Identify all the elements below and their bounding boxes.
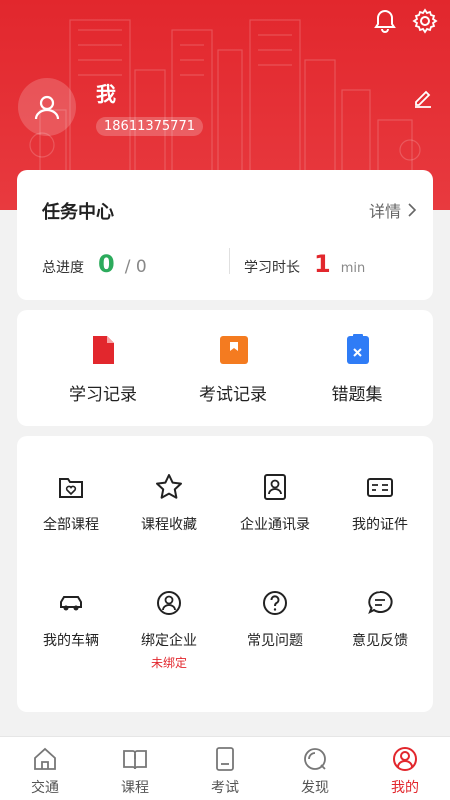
course-favorites-label: 课程收藏 — [141, 517, 197, 533]
progress-row: 总进度 0 / 0 — [42, 250, 147, 278]
username: 我 — [96, 82, 116, 106]
my-certificates-button[interactable]: 我的证件 — [328, 472, 432, 534]
gear-icon[interactable] — [412, 8, 438, 34]
study-time-value: 1 — [314, 250, 331, 278]
all-courses-button[interactable]: 全部课程 — [19, 472, 123, 534]
my-vehicles-label: 我的车辆 — [43, 633, 99, 649]
services-grid-card: 全部课程 课程收藏 企业通讯录 我的证件 我的车辆 绑定企业 未绑定 常见问题 … — [17, 436, 433, 712]
tab-courses-label: 课程 — [121, 780, 149, 796]
course-favorites-button[interactable]: 课程收藏 — [117, 472, 221, 534]
my-vehicles-button[interactable]: 我的车辆 — [19, 588, 123, 650]
bind-company-button[interactable]: 绑定企业 未绑定 — [117, 588, 221, 671]
tab-traffic-label: 交通 — [31, 780, 59, 796]
star-icon — [154, 472, 184, 502]
exam-record-button[interactable]: 考试记录 — [163, 334, 303, 405]
tab-exam[interactable]: 考试 — [180, 737, 270, 800]
tab-exam-label: 考试 — [211, 780, 239, 796]
study-time-label: 学习时长 — [244, 260, 300, 276]
records-card: 学习记录 考试记录 错题集 — [17, 310, 433, 426]
all-courses-label: 全部课程 — [43, 517, 99, 533]
task-center-title: 任务中心 — [42, 202, 114, 223]
bell-icon[interactable] — [372, 8, 398, 34]
car-icon — [56, 588, 86, 618]
phone-number: 18611375771 — [96, 117, 203, 136]
study-record-button[interactable]: 学习记录 — [33, 334, 173, 405]
bind-status: 未绑定 — [150, 656, 187, 670]
tab-mine-label: 我的 — [391, 780, 419, 796]
wrong-answers-button[interactable]: 错题集 — [287, 334, 427, 405]
profile-icon — [391, 745, 419, 773]
feedback-label: 意见反馈 — [352, 633, 408, 649]
user-circle-icon — [154, 588, 184, 618]
bottom-tab-bar: 交通 课程 考试 发现 我的 — [0, 736, 450, 800]
home-icon — [31, 745, 59, 773]
company-contacts-label: 企业通讯录 — [240, 517, 310, 533]
avatar[interactable] — [18, 78, 76, 136]
task-detail-label: 详情 — [368, 202, 401, 221]
wrong-answers-label: 错题集 — [331, 385, 383, 405]
feedback-icon — [365, 588, 395, 618]
progress-total: / 0 — [124, 257, 147, 277]
tab-discover[interactable]: 发现 — [270, 737, 360, 800]
task-detail-link[interactable]: 详情 — [369, 198, 417, 222]
contact-card-icon — [260, 472, 290, 502]
progress-done: 0 — [98, 250, 115, 278]
exam-record-label: 考试记录 — [199, 385, 267, 405]
exam-book-icon — [218, 334, 248, 366]
book-icon — [121, 745, 149, 773]
wrong-answers-icon — [342, 334, 372, 366]
edit-icon[interactable] — [412, 86, 434, 108]
id-card-icon — [365, 472, 395, 502]
bind-company-label: 绑定企业 — [141, 633, 197, 649]
company-contacts-button[interactable]: 企业通讯录 — [223, 472, 327, 534]
study-record-label: 学习记录 — [69, 385, 137, 405]
faq-button[interactable]: 常见问题 — [223, 588, 327, 650]
study-time-unit: min — [340, 261, 366, 276]
question-icon — [260, 588, 290, 618]
study-time-row: 学习时长 1 min — [244, 250, 365, 278]
progress-label: 总进度 — [42, 260, 84, 276]
document-icon — [88, 334, 118, 366]
exam-icon — [211, 745, 239, 773]
task-center-card: 任务中心 详情 总进度 0 / 0 学习时长 1 min — [17, 170, 433, 300]
discover-icon — [301, 745, 329, 773]
tab-traffic[interactable]: 交通 — [0, 737, 90, 800]
divider — [229, 248, 230, 274]
my-certificates-label: 我的证件 — [352, 517, 408, 533]
faq-label: 常见问题 — [247, 633, 303, 649]
tab-mine[interactable]: 我的 — [360, 737, 450, 800]
tab-discover-label: 发现 — [301, 780, 329, 796]
folder-heart-icon — [56, 472, 86, 502]
user-icon — [34, 95, 60, 120]
tab-courses[interactable]: 课程 — [90, 737, 180, 800]
feedback-button[interactable]: 意见反馈 — [328, 588, 432, 650]
chevron-right-icon — [408, 203, 417, 217]
